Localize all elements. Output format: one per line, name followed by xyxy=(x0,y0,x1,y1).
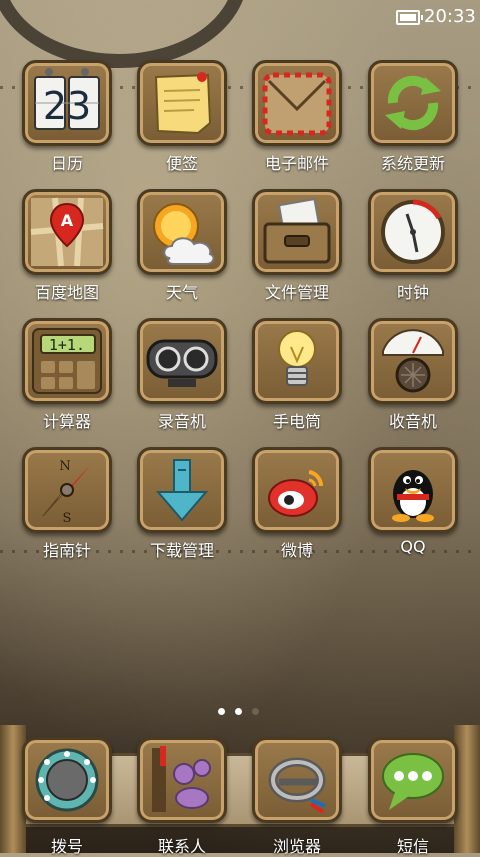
app-compass[interactable]: N S 指南针 xyxy=(10,447,124,567)
app-label: 计算器 xyxy=(42,412,91,431)
app-label: 指南针 xyxy=(42,541,91,560)
weather-icon xyxy=(137,189,227,275)
status-time: 20:33 xyxy=(424,6,476,27)
qq-icon xyxy=(368,447,458,533)
compass-north: N xyxy=(59,459,70,474)
app-label: 下载管理 xyxy=(149,541,214,560)
dock: 拨号 联系人 浏览器 短信 xyxy=(0,725,480,856)
app-radio[interactable]: 收音机 xyxy=(356,318,470,438)
app-label: 手电筒 xyxy=(272,412,321,431)
compass-south: S xyxy=(63,511,72,526)
app-label: 文件管理 xyxy=(264,283,329,302)
calculator-icon: 1+1. xyxy=(22,318,112,404)
app-baidu-map[interactable]: A 百度地图 xyxy=(10,189,124,309)
flashlight-icon xyxy=(252,318,342,404)
app-label: QQ xyxy=(400,537,426,556)
recorder-icon xyxy=(137,318,227,404)
app-label: 短信 xyxy=(396,837,429,856)
folder-icon xyxy=(252,189,342,275)
status-bar: 20:33 xyxy=(0,0,480,36)
app-clock[interactable]: 时钟 xyxy=(356,189,470,309)
app-flashlight[interactable]: 手电筒 xyxy=(240,318,354,438)
page-dot[interactable] xyxy=(252,708,259,715)
app-recorder[interactable]: 录音机 xyxy=(125,318,239,438)
calendar-icon: 23 xyxy=(22,60,112,146)
radio-icon xyxy=(368,318,458,404)
app-label: 拨号 xyxy=(50,837,83,856)
app-label: 录音机 xyxy=(157,412,206,431)
app-label: 电子邮件 xyxy=(264,154,329,173)
app-label: 日历 xyxy=(50,154,83,173)
compass-icon: N S xyxy=(22,447,112,533)
clock-icon xyxy=(368,189,458,275)
app-qq[interactable]: QQ xyxy=(356,447,470,567)
app-label: 联系人 xyxy=(157,837,206,856)
contacts-icon xyxy=(137,737,227,823)
battery-icon xyxy=(396,10,423,25)
note-icon xyxy=(137,60,227,146)
app-label: 天气 xyxy=(165,283,198,302)
app-label: 百度地图 xyxy=(34,283,99,302)
email-icon xyxy=(252,60,342,146)
page-dot-active[interactable] xyxy=(235,708,242,715)
dock-app-browser[interactable]: 浏览器 xyxy=(240,737,354,857)
map-icon: A xyxy=(22,189,112,275)
app-file-manager[interactable]: 文件管理 xyxy=(240,189,354,309)
app-email[interactable]: 电子邮件 xyxy=(240,60,354,180)
message-icon xyxy=(368,737,458,823)
app-label: 收音机 xyxy=(388,412,437,431)
app-label: 系统更新 xyxy=(380,154,445,173)
dock-app-messages[interactable]: 短信 xyxy=(356,737,470,857)
app-notes[interactable]: 便签 xyxy=(125,60,239,180)
download-icon xyxy=(137,447,227,533)
app-label: 微博 xyxy=(280,541,313,560)
app-calculator[interactable]: 1+1. 计算器 xyxy=(10,318,124,438)
map-pin-letter: A xyxy=(61,211,74,230)
app-weather[interactable]: 天气 xyxy=(125,189,239,309)
app-label: 时钟 xyxy=(396,283,429,302)
dock-app-contacts[interactable]: 联系人 xyxy=(125,737,239,857)
app-label: 浏览器 xyxy=(272,837,321,856)
app-label: 便签 xyxy=(165,154,198,173)
page-indicator xyxy=(218,700,269,719)
app-calendar[interactable]: 23 日历 xyxy=(10,60,124,180)
app-system-update[interactable]: 系统更新 xyxy=(356,60,470,180)
calendar-digits: 23 xyxy=(43,84,91,128)
weibo-icon xyxy=(252,447,342,533)
refresh-icon xyxy=(368,60,458,146)
page-dot[interactable] xyxy=(218,708,225,715)
browser-icon xyxy=(252,737,342,823)
calc-display: 1+1. xyxy=(49,336,85,354)
dock-app-dialer[interactable]: 拨号 xyxy=(10,737,124,857)
phone-dial-icon xyxy=(22,737,112,823)
app-download-manager[interactable]: 下载管理 xyxy=(125,447,239,567)
app-weibo[interactable]: 微博 xyxy=(240,447,354,567)
